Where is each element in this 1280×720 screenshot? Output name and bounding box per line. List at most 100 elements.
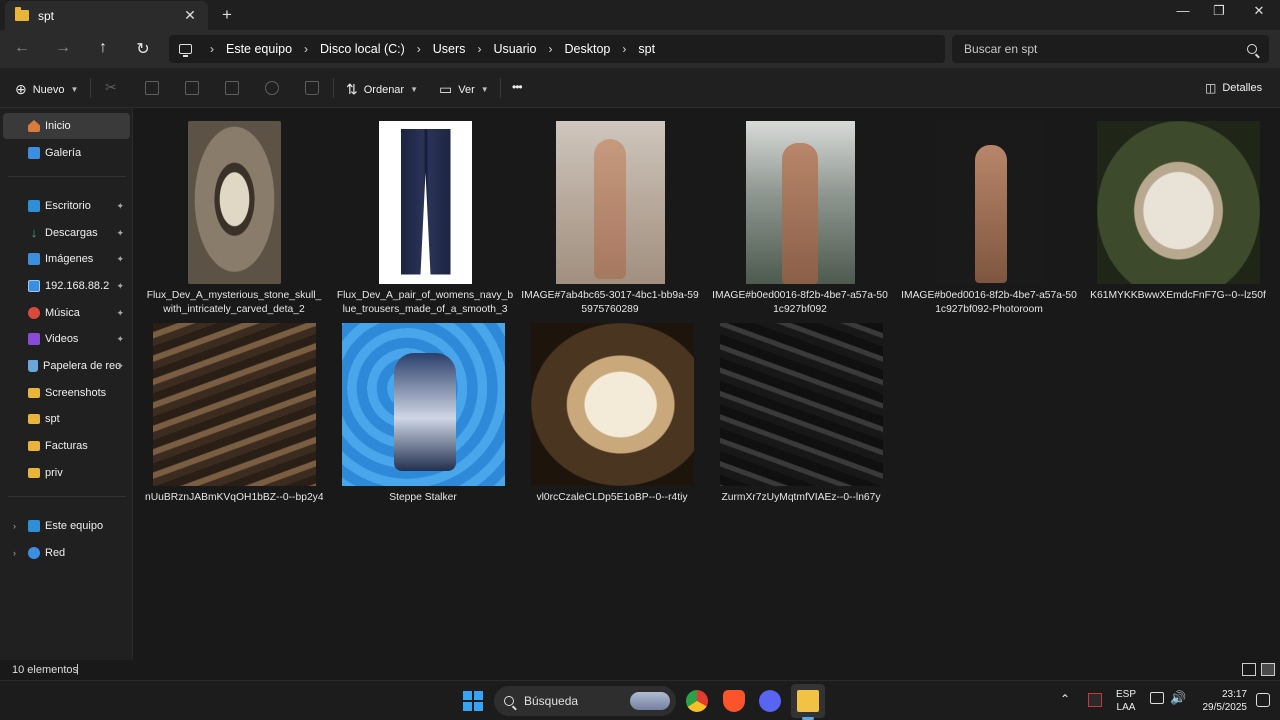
sidebar-item-este-equipo[interactable]: › Este equipo <box>3 513 130 539</box>
sidebar-item-red[interactable]: › Red <box>3 540 130 566</box>
sidebar-item-label: priv <box>45 467 63 479</box>
close-tab-icon[interactable]: ✕ <box>182 7 198 24</box>
sidebar-item-spt[interactable]: spt <box>3 406 130 432</box>
breadcrumb-usuario[interactable]: Usuario <box>493 42 536 56</box>
sidebar-item-label: Galería <box>45 147 82 159</box>
chrome-icon[interactable] <box>686 690 708 712</box>
delete-icon[interactable] <box>305 81 319 95</box>
tab-spt[interactable]: spt ✕ <box>5 1 208 30</box>
notifications-icon[interactable] <box>1256 693 1270 707</box>
folder-icon <box>15 7 29 21</box>
divider <box>90 78 91 98</box>
network-icon[interactable] <box>1150 692 1164 704</box>
sidebar-item-facturas[interactable]: Facturas <box>3 433 130 459</box>
file-tile[interactable]: Flux_Dev_A_mysterious_stone_skull_with_i… <box>145 117 323 315</box>
wolf-thumbnail <box>530 322 694 486</box>
sort-button[interactable]: ⇅ Ordenar ▼ <box>346 81 418 98</box>
language-indicator[interactable]: ESP LAA <box>1112 688 1140 714</box>
new-button[interactable]: ⊕ Nuevo ▼ <box>15 81 78 98</box>
sidebar-item-inicio[interactable]: Inicio <box>3 113 130 139</box>
sidebar-item-musica[interactable]: Música ✦ <box>3 300 130 326</box>
sidebar-item-papelera[interactable]: Papelera de reciclaje ✦ <box>3 353 130 379</box>
sidebar-item-priv[interactable]: priv <box>3 460 130 486</box>
brave-icon[interactable] <box>723 690 745 712</box>
new-tab-button[interactable]: + <box>219 5 235 25</box>
pin-icon: ✦ <box>116 200 124 211</box>
file-explorer-icon[interactable] <box>797 690 819 712</box>
chevron-right-icon: › <box>304 42 309 56</box>
file-tile[interactable]: IMAGE#b0ed0016-8f2b-4be7-a57a-501c927bf0… <box>900 117 1078 315</box>
weather-icon <box>630 692 670 710</box>
sidebar-item-escritorio[interactable]: Escritorio ✦ <box>3 193 130 219</box>
windows-start-icon[interactable] <box>463 691 483 711</box>
taskbar-search[interactable]: Búsqueda <box>494 686 676 716</box>
sidebar-item-label: Screenshots <box>45 387 107 399</box>
file-tile[interactable]: Flux_Dev_A_pair_of_womens_navy_blue_trou… <box>336 117 514 315</box>
forward-button[interactable]: → <box>53 39 73 57</box>
breadcrumb-este-equipo[interactable]: Este equipo <box>226 42 292 56</box>
large-icons-view-icon[interactable] <box>1261 663 1275 676</box>
fabric-black-thumbnail <box>719 322 883 486</box>
sidebar-item-label: Videos <box>45 333 79 345</box>
breadcrumb-users[interactable]: Users <box>433 42 466 56</box>
view-button[interactable]: ▭ Ver ▼ <box>439 81 489 98</box>
breadcrumb-disco-local[interactable]: Disco local (C:) <box>320 42 405 56</box>
sidebar-item-label: Red <box>45 547 66 559</box>
folder-icon <box>28 441 40 451</box>
show-hidden-icons-button[interactable]: ⌃ <box>1060 692 1070 706</box>
sidebar-item-label: Facturas <box>45 440 88 452</box>
file-tile[interactable]: vl0rcCzaleCLDp5E1oBP--0--r4tiy <box>523 319 701 517</box>
more-options-button[interactable]: ••• <box>512 80 523 94</box>
file-tile[interactable]: IMAGE#b0ed0016-8f2b-4be7-a57a-501c927bf0… <box>711 117 889 315</box>
sidebar-item-label: spt <box>45 413 60 425</box>
search-icon <box>504 696 514 706</box>
address-bar[interactable]: › Este equipo › Disco local (C:) › Users… <box>169 35 945 63</box>
bear-thumbnail <box>1096 120 1260 284</box>
divider <box>8 176 126 177</box>
file-name: IMAGE#7ab4bc65-3017-4bc1-bb9a-5959757602… <box>521 290 699 315</box>
back-button[interactable]: ← <box>12 39 32 57</box>
network-icon <box>28 547 40 559</box>
clock-time: 23:17 <box>1221 689 1247 700</box>
navigation-bar: ← → ↑ ↻ › Este equipo › Disco local (C:)… <box>0 30 1280 68</box>
refresh-button[interactable]: ↻ <box>133 39 153 59</box>
file-name: K61MYKKBwwXEmdcFnF7G--0--lz50f <box>1090 290 1266 301</box>
sidebar-item-descargas[interactable]: ↓ Descargas ✦ <box>3 220 130 246</box>
sidebar-item-videos[interactable]: Videos ✦ <box>3 326 130 352</box>
sidebar-item-network-drive[interactable]: 192.168.88.2 ✦ <box>3 273 130 299</box>
breadcrumb-desktop[interactable]: Desktop <box>565 42 611 56</box>
discord-icon[interactable] <box>759 690 781 712</box>
paste-icon[interactable] <box>185 81 199 95</box>
details-view-icon[interactable] <box>1242 663 1256 676</box>
file-tile[interactable]: IMAGE#7ab4bc65-3017-4bc1-bb9a-5959757602… <box>521 117 699 315</box>
pin-icon: ✦ <box>116 253 124 264</box>
file-tile[interactable]: K61MYKKBwwXEmdcFnF7G--0--lz50f <box>1089 117 1267 315</box>
file-tile[interactable]: ZurmXr7zUyMqtmfVIAEz--0--ln67y <box>712 319 890 517</box>
breadcrumb-spt[interactable]: spt <box>638 42 655 56</box>
search-placeholder: Buscar en spt <box>964 42 1038 56</box>
volume-icon[interactable]: 🔊 <box>1170 690 1186 706</box>
minimize-button[interactable]: — <box>1173 3 1193 18</box>
sidebar-item-label: Música <box>45 307 80 319</box>
file-tile[interactable]: Steppe Stalker <box>334 319 512 517</box>
app-tray-icon[interactable] <box>1088 693 1102 707</box>
chevron-right-icon[interactable]: › <box>13 548 16 558</box>
sidebar-item-imagenes[interactable]: Imágenes ✦ <box>3 246 130 272</box>
search-input[interactable]: Buscar en spt <box>952 35 1269 63</box>
copy-icon[interactable] <box>145 81 159 95</box>
cut-icon[interactable]: ✂ <box>105 79 119 95</box>
maximize-button[interactable]: ❐ <box>1209 3 1229 19</box>
clock[interactable]: 23:17 29/5/2025 <box>1197 688 1248 714</box>
sidebar-item-screenshots[interactable]: Screenshots <box>3 380 130 406</box>
download-icon: ↓ <box>30 225 38 240</box>
up-button[interactable]: ↑ <box>93 39 113 57</box>
new-label: Nuevo <box>32 83 65 96</box>
skull-thumbnail <box>187 120 281 284</box>
details-button[interactable]: ◫ Detalles <box>1205 81 1262 95</box>
close-window-button[interactable]: ✕ <box>1249 3 1269 19</box>
share-icon[interactable] <box>265 81 279 95</box>
file-tile[interactable]: nUuBRznJABmKVqOH1bBZ--0--bp2y4 <box>145 319 323 517</box>
rename-icon[interactable] <box>225 81 239 95</box>
chevron-right-icon[interactable]: › <box>13 521 16 531</box>
sidebar-item-galeria[interactable]: Galería <box>3 140 130 166</box>
